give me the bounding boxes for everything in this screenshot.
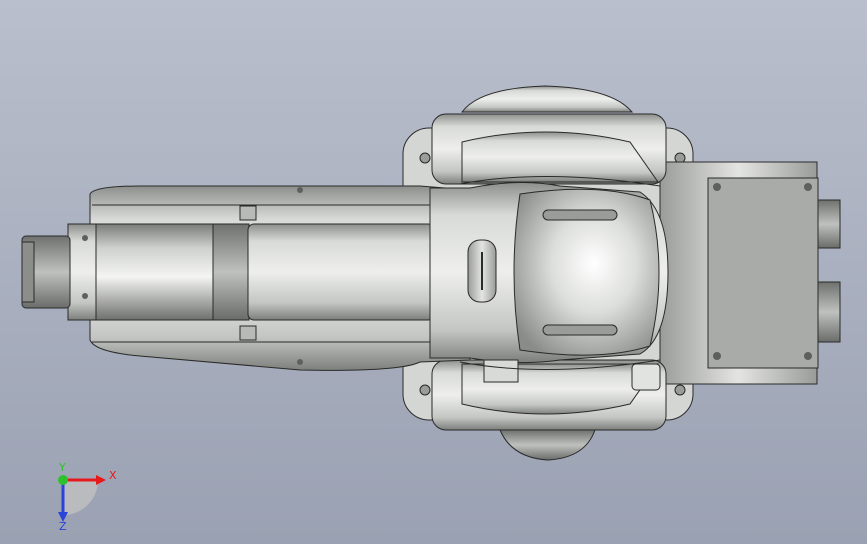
connector-plug <box>817 199 841 249</box>
wrist-bolt <box>82 235 88 241</box>
arm-cover <box>247 223 435 321</box>
y-axis-label: Y <box>58 462 66 474</box>
panel-screw <box>804 352 812 360</box>
base-bolt <box>419 384 431 396</box>
arm-screw <box>297 187 303 193</box>
arm-bracket <box>239 325 257 341</box>
y-axis-dot <box>58 475 68 485</box>
3d-viewport[interactable]: X Y Z <box>0 0 867 544</box>
base-bottom-cap <box>499 429 596 461</box>
arm-bracket <box>239 205 257 221</box>
coordinate-triad: X Y Z <box>58 462 117 532</box>
x-axis-arrow <box>96 475 106 485</box>
wrist-bolt <box>82 293 88 299</box>
base-bolt <box>419 152 431 164</box>
panel-screw <box>713 352 721 360</box>
panel-screw <box>804 183 812 191</box>
x-axis-label: X <box>109 469 117 482</box>
connector-panel <box>707 177 819 369</box>
arm-cylinder <box>91 223 223 321</box>
dome-slot <box>542 324 618 336</box>
wrist-housing <box>67 223 97 321</box>
robot-arm-model[interactable] <box>0 0 867 544</box>
panel-screw <box>713 183 721 191</box>
z-axis-label: Z <box>59 520 67 532</box>
triad-quadrant <box>63 480 98 515</box>
arm-cylinder-band <box>212 223 250 321</box>
actuator-cap <box>631 363 661 391</box>
base-bolt <box>674 384 686 396</box>
arm-screw <box>297 359 303 365</box>
dome-slot <box>542 209 618 221</box>
wrist-face <box>21 241 35 303</box>
base-top-cap <box>460 85 634 113</box>
actuator-block <box>483 359 519 383</box>
connector-plug <box>817 281 841 343</box>
